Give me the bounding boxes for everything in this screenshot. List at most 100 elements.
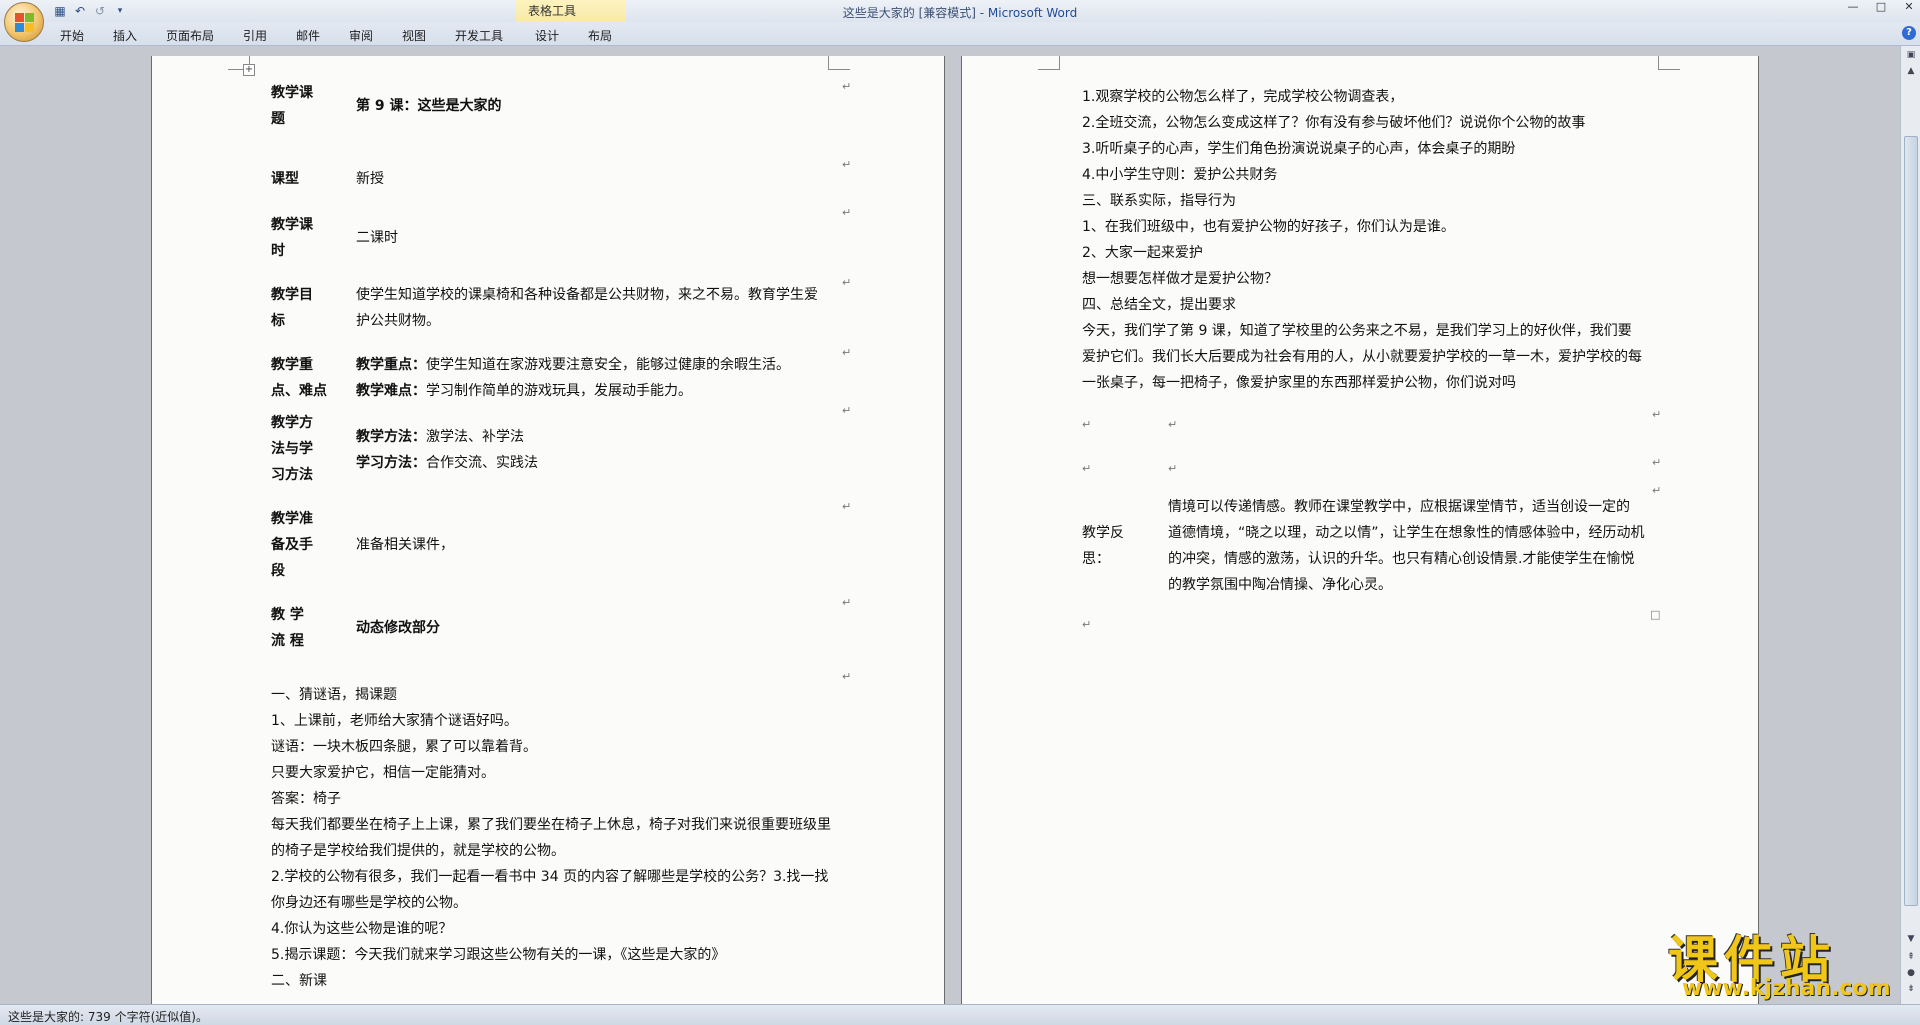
- content-line: 护公共财物。: [356, 313, 440, 329]
- redo-icon[interactable]: ↺: [92, 3, 108, 19]
- body-paragraph: 谜语：一块木板四条腿，累了可以靠着背。: [271, 739, 537, 755]
- label-line: 教学目: [271, 287, 313, 303]
- tab-page-layout[interactable]: 页面布局: [166, 27, 214, 44]
- body-paragraph: 的椅子是学校给我们提供的，就是学校的公物。: [271, 843, 565, 859]
- watermark-url: www.kjzhan.com: [1682, 976, 1891, 1001]
- reflection-line: 情境可以传递情感。教师在课堂教学中，应根据课堂情节，适当创设一定的: [1168, 499, 1630, 515]
- document-title: 这些是大家的 [兼容模式] -: [842, 6, 988, 20]
- row-label: 教学课 时: [271, 212, 313, 264]
- undo-icon[interactable]: ↶: [72, 3, 88, 19]
- row-label: 教学目 标: [271, 282, 313, 334]
- row-label: 课型: [271, 166, 299, 192]
- row-content: 教学重点：使学生知道在家游戏要注意安全，能够过健康的余暇生活。 教学难点：学习制…: [356, 352, 790, 404]
- label-line: 习方法: [271, 467, 313, 483]
- label-line: 教学反: [1082, 525, 1124, 541]
- end-of-row-mark: ↵: [842, 80, 852, 93]
- watermark-logo: 课件站 www.kjzhan.com: [1668, 920, 1908, 1002]
- teaching-method-text: 激学法、补学法: [426, 429, 524, 445]
- save-icon[interactable]: ▦: [52, 3, 68, 19]
- label-line: 段: [271, 563, 285, 579]
- body-paragraph: 你身边还有哪些是学校的公物。: [271, 895, 467, 911]
- vertical-scrollbar[interactable]: ▣ ▲ ▼ ⇞ ● ⇟: [1900, 46, 1920, 1004]
- body-paragraph: 今天，我们学了第 9 课，知道了学校里的公务来之不易，是我们学习上的好伙伴，我们…: [1082, 323, 1632, 339]
- help-icon[interactable]: ?: [1902, 26, 1916, 40]
- tab-developer[interactable]: 开发工具: [455, 27, 503, 44]
- page-right[interactable]: 1.观察学校的公物怎么样了，完成学校公物调查表， 2.全班交流，公物怎么变成这样…: [962, 56, 1758, 1004]
- row-content: 第 9 课：这些是大家的: [356, 93, 502, 119]
- cell-mark: ↵: [1082, 462, 1092, 475]
- end-of-row-mark: ↵: [842, 206, 852, 219]
- margin-mark: [1658, 56, 1680, 70]
- label-line: 教学方: [271, 415, 313, 431]
- body-paragraph: 2、大家一起来爱护: [1082, 245, 1203, 261]
- word-count-status[interactable]: 这些是大家的: 739 个字符(近似值)。: [8, 1008, 208, 1025]
- body-paragraph: 4.中小学生守则：爱护公共财务: [1082, 167, 1278, 183]
- content-line: 教学难点：学习制作简单的游戏玩具，发展动手能力。: [356, 378, 790, 404]
- scrollbar-thumb[interactable]: [1904, 136, 1918, 906]
- restore-icon[interactable]: □: [1874, 0, 1888, 13]
- body-paragraph: 4.你认为这些公物是谁的呢？: [271, 921, 453, 937]
- tab-references[interactable]: 引用: [243, 27, 267, 44]
- tab-layout[interactable]: 布局: [588, 27, 612, 44]
- row-label: 教学准 备及手 段: [271, 506, 313, 584]
- ruler-toggle-icon[interactable]: ▣: [1905, 50, 1917, 60]
- label-line: 教 学: [271, 607, 304, 623]
- quick-access-toolbar: ▦ ↶ ↺ ▾: [52, 3, 128, 19]
- tab-home[interactable]: 开始: [60, 27, 84, 44]
- margin-mark: [1038, 56, 1060, 70]
- tab-view[interactable]: 视图: [402, 27, 426, 44]
- reflection-line: 的教学氛围中陶冶情操、净化心灵。: [1168, 577, 1392, 593]
- scroll-up-icon[interactable]: ▲: [1905, 66, 1917, 76]
- tab-review[interactable]: 审阅: [349, 27, 373, 44]
- row-content: 使学生知道学校的课桌椅和各种设备都是公共财物，来之不易。教育学生爱 护公共财物。: [356, 282, 818, 334]
- content-line: 教学方法：激学法、补学法: [356, 424, 538, 450]
- body-paragraph: 1、在我们班级中，也有爱护公物的好孩子，你们认为是谁。: [1082, 219, 1455, 235]
- cell-mark: ↵: [1082, 618, 1092, 631]
- table-move-handle-icon[interactable]: +: [243, 64, 255, 76]
- end-of-row-mark: ↵: [1652, 484, 1662, 497]
- content-line: 教学重点：使学生知道在家游戏要注意安全，能够过健康的余暇生活。: [356, 352, 790, 378]
- reflection-line: 道德情境，“晓之以理，动之以情”，让学生在想象性的情感体验中，经历动机: [1168, 525, 1645, 541]
- learning-method-text: 合作交流、实践法: [426, 455, 538, 471]
- body-paragraph: 三、联系实际，指导行为: [1082, 193, 1236, 209]
- reflection-text: 情境可以传递情感。教师在课堂教学中，应根据课堂情节，适当创设一定的 道德情境，“…: [1168, 494, 1645, 598]
- label-line: 点、难点: [271, 383, 327, 399]
- label-line: 教学重: [271, 357, 313, 373]
- cell-mark: ↵: [1168, 418, 1178, 431]
- body-paragraph: 1.观察学校的公物怎么样了，完成学校公物调查表，: [1082, 89, 1404, 105]
- row-label: 教学课 题: [271, 80, 313, 132]
- body-paragraph: 5.揭示课题：今天我们就来学习跟这些公物有关的一课，《这些是大家的》: [271, 947, 726, 963]
- end-of-row-mark: ↵: [842, 670, 852, 683]
- row-content: 新授: [356, 166, 384, 192]
- row-label: 教学方 法与学 习方法: [271, 410, 313, 488]
- content-line: 动态修改部分: [356, 620, 440, 636]
- office-logo-icon: [15, 13, 35, 33]
- body-paragraph: 一张桌子，每一把椅子，像爱护家里的东西那样爱护公物，你们说对吗: [1082, 375, 1516, 391]
- body-paragraph: 2.全班交流，公物怎么变成这样了？你有没有参与破坏他们？说说你个公物的故事: [1082, 115, 1586, 131]
- difficulty-text: 学习制作简单的游戏玩具，发展动手能力。: [426, 383, 692, 399]
- end-of-row-mark: ↵: [842, 404, 852, 417]
- page-left[interactable]: + 教学课 题 第 9 课：这些是大家的 ↵ 课型 新授 ↵ 教学课 时 二课时…: [152, 56, 944, 1004]
- row-label: 教学重 点、难点: [271, 352, 327, 404]
- title-bar: ▦ ↶ ↺ ▾ 这些是大家的 [兼容模式] - Microsoft Word —…: [0, 0, 1920, 22]
- row-content: 教学方法：激学法、补学法 学习方法：合作交流、实践法: [356, 424, 538, 476]
- body-paragraph: 爱护它们。我们长大后要成为社会有用的人，从小就要爱护学校的一草一木，爱护学校的每: [1082, 349, 1642, 365]
- label-line: 课型: [271, 171, 299, 187]
- content-line: 学习方法：合作交流、实践法: [356, 450, 538, 476]
- label-line: 题: [271, 111, 285, 127]
- content-line: 新授: [356, 171, 384, 187]
- office-button[interactable]: [4, 2, 44, 42]
- learning-method-label: 学习方法：: [356, 455, 426, 471]
- label-line: 教学准: [271, 511, 313, 527]
- document-area: + 教学课 题 第 9 课：这些是大家的 ↵ 课型 新授 ↵ 教学课 时 二课时…: [0, 46, 1900, 1004]
- qat-dropdown-icon[interactable]: ▾: [112, 3, 128, 19]
- body-paragraph: 只要大家爱护它，相信一定能猜对。: [271, 765, 495, 781]
- cell-mark: ↵: [1082, 418, 1092, 431]
- end-of-row-mark: ↵: [842, 346, 852, 359]
- tab-insert[interactable]: 插入: [113, 27, 137, 44]
- tab-design[interactable]: 设计: [535, 27, 559, 44]
- tab-mailings[interactable]: 邮件: [296, 27, 320, 44]
- minimize-icon[interactable]: —: [1846, 0, 1860, 13]
- table-resize-handle-icon[interactable]: □: [1650, 608, 1660, 621]
- close-icon[interactable]: ✕: [1902, 0, 1916, 13]
